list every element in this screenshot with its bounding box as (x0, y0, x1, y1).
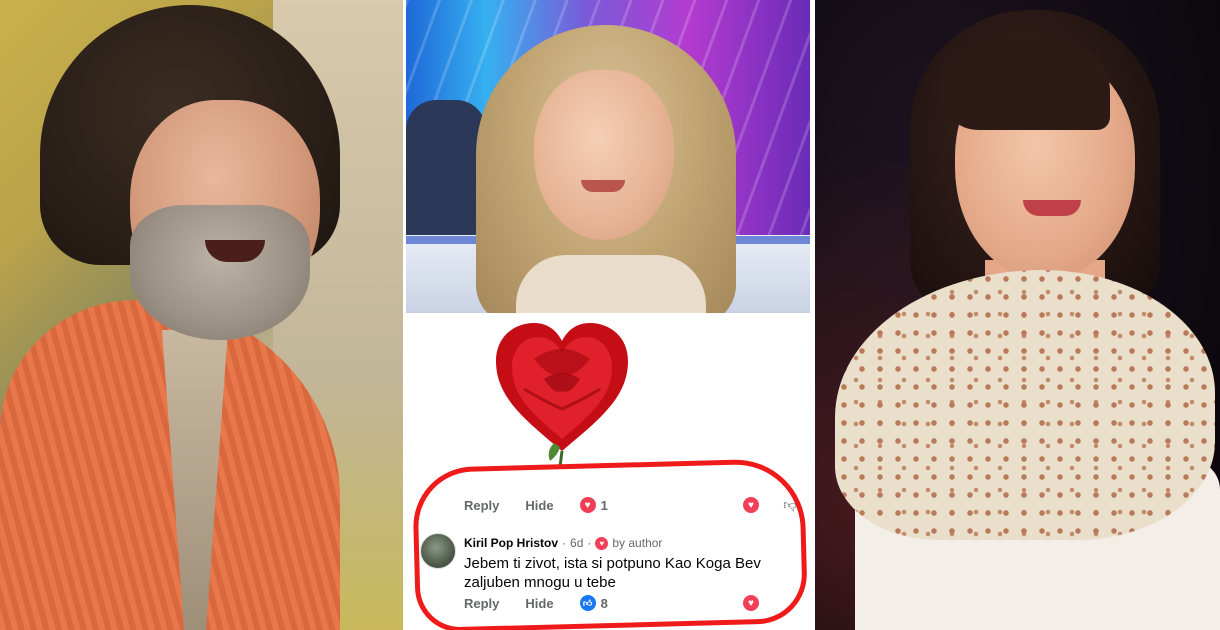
woman-bangs (940, 40, 1110, 130)
studio-guest (406, 100, 486, 240)
comment-author[interactable]: Kiril Pop Hristov (464, 536, 558, 550)
avatar[interactable] (420, 533, 456, 569)
separator-dot: · (562, 536, 567, 550)
dislike-icon[interactable]: 👎︎ (782, 497, 798, 513)
separator-dot: · (587, 536, 592, 550)
like-count: 8 (600, 595, 608, 611)
woman-face (534, 70, 674, 240)
photo-tv-studio-woman (406, 0, 810, 313)
hide-button[interactable]: Hide (525, 596, 553, 611)
like-reaction-icon: 👍︎ (579, 595, 596, 611)
comment-text: Jebem ti zivot, ista si potpuno Kao Koga… (464, 555, 761, 591)
comment-actions: Reply Hide 👍︎ 8 (464, 595, 608, 611)
top-comment-actions: Reply Hide ♥ 1 (464, 497, 608, 513)
liked-by-author-badge: ♥ by author (595, 536, 662, 550)
photo-woman-with-scarf (815, 0, 1220, 630)
by-author-label: by author (612, 536, 663, 550)
woman-smile (1023, 200, 1081, 216)
woman-smile (581, 180, 625, 192)
man-beard (130, 205, 310, 340)
comment-time[interactable]: 6d (570, 536, 583, 550)
heart-reaction-icon[interactable]: ♥ (743, 595, 759, 611)
facebook-comment-screenshot: Reply Hide ♥ 1 ♥ 👎︎ Kiril Pop Hristov · … (406, 313, 810, 630)
hide-button[interactable]: Hide (525, 498, 553, 513)
heart-reaction-icon: ♥ (579, 497, 596, 513)
heart-reaction-icon[interactable]: ♥ (743, 497, 759, 513)
photo-bearded-man (0, 0, 403, 630)
heart-reaction-icon: ♥ (595, 536, 609, 550)
like-summary[interactable]: 👍︎ 8 (579, 595, 608, 611)
comment-header: Kiril Pop Hristov · 6d · ♥ by author (464, 536, 662, 550)
woman-shoulders (516, 255, 706, 313)
reaction-count: 1 (600, 497, 608, 513)
reply-button[interactable]: Reply (464, 498, 499, 513)
rose-heart-image (496, 323, 628, 468)
reply-button[interactable]: Reply (464, 596, 499, 611)
reaction-summary[interactable]: ♥ 1 (579, 497, 608, 513)
